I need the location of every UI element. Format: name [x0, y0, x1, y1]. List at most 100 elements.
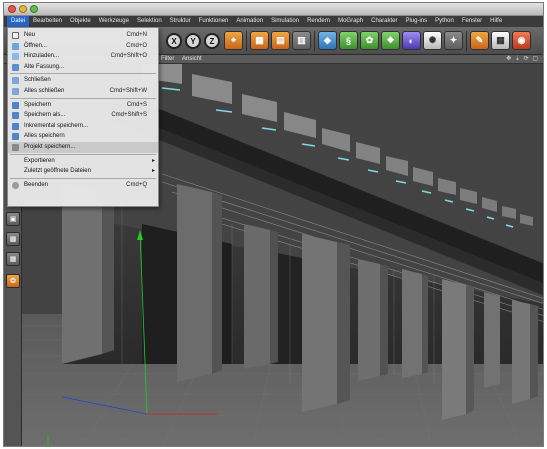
- clapper-icon: ▤: [276, 35, 285, 45]
- menu-bar: Datei Bearbeiten Objekte Werkzeuge Selek…: [4, 16, 543, 27]
- checker-icon: ▩: [9, 236, 17, 243]
- menu-python[interactable]: Python: [431, 16, 458, 27]
- menu-item-save-incremental[interactable]: Inkremental speichern...: [8, 121, 158, 132]
- menu-item-label: Schließen: [24, 77, 51, 84]
- menu-bearbeiten[interactable]: Bearbeiten: [29, 16, 66, 27]
- menu-item-recent-files[interactable]: Zuletzt geöffnete Dateien ▸: [8, 166, 158, 177]
- menu-funktionen[interactable]: Funktionen: [195, 16, 233, 27]
- open-folder-icon: [12, 42, 19, 50]
- menu-item-close[interactable]: Schließen: [8, 75, 158, 86]
- menu-separator: [10, 177, 156, 179]
- add-cube-button[interactable]: ◆: [318, 31, 337, 50]
- record-button[interactable]: ◉: [512, 31, 531, 50]
- menu-fenster[interactable]: Fenster: [458, 16, 486, 27]
- toolbar-separator: [466, 31, 467, 51]
- menu-simulation[interactable]: Simulation: [267, 16, 303, 27]
- menu-werkzeuge[interactable]: Werkzeuge: [95, 16, 133, 27]
- model-icon: ▣: [9, 216, 17, 223]
- menu-item-shortcut: Cmd+Shift+S: [111, 112, 147, 119]
- texture-mode-button[interactable]: ▩: [6, 232, 20, 246]
- menu-struktur[interactable]: Struktur: [166, 16, 195, 27]
- add-camera-button[interactable]: ✦: [444, 31, 463, 50]
- menu-item-label: Hinzuladen...: [24, 53, 60, 60]
- menu-item-label: Projekt speichern...: [24, 143, 76, 150]
- z-axis-label: Z: [209, 36, 215, 46]
- add-nurbs-button[interactable]: ✿: [360, 31, 379, 50]
- menu-rendern[interactable]: Rendern: [303, 16, 334, 27]
- revert-icon: [12, 63, 19, 71]
- viewport-menu-filter[interactable]: Filter: [161, 55, 174, 64]
- viewport-navigation-icons[interactable]: ✥ ⇣ ⟳ ▢: [506, 55, 539, 64]
- menu-item-label: Alles speichern: [24, 133, 65, 140]
- menu-item-open[interactable]: Öffnen... Cmd+O: [8, 41, 158, 52]
- add-spline-button[interactable]: §: [339, 31, 358, 50]
- submenu-arrow-icon: ▸: [151, 157, 155, 164]
- menu-item-label: Zuletzt geöffnete Dateien: [24, 168, 91, 175]
- menu-item-save[interactable]: Speichern Cmd+S: [8, 100, 158, 111]
- menu-item-shortcut: Cmd+Q: [126, 181, 147, 188]
- x-axis-lock-button[interactable]: X: [166, 33, 182, 49]
- save-project-icon: [12, 143, 19, 151]
- clapper-icon: ▦: [255, 35, 264, 45]
- menu-item-label: Alles schließen: [24, 87, 65, 94]
- menu-item-label: Öffnen...: [24, 42, 47, 49]
- array-icon: ❖: [386, 35, 395, 45]
- menu-separator: [10, 153, 156, 155]
- add-array-button[interactable]: ❖: [381, 31, 400, 50]
- add-deformer-button[interactable]: ◐: [402, 31, 421, 50]
- menu-item-merge[interactable]: Hinzuladen... Cmd+Shift+O: [8, 51, 158, 62]
- menu-item-quit[interactable]: Beenden Cmd+Q: [8, 180, 158, 191]
- menu-datei[interactable]: Datei: [7, 16, 30, 27]
- menu-item-save-as[interactable]: Speichern als... Cmd+Shift+S: [8, 110, 158, 121]
- menu-mograph[interactable]: MoGraph: [334, 16, 367, 27]
- cinema4d-window: Datei Bearbeiten Objekte Werkzeuge Selek…: [3, 2, 544, 447]
- deformer-icon: ◐: [408, 35, 415, 46]
- window-minimize-button[interactable]: [19, 5, 27, 13]
- menu-item-new[interactable]: Neu Cmd+N: [8, 30, 158, 41]
- menu-selektion[interactable]: Selektion: [133, 16, 166, 27]
- menu-item-shortcut: Cmd+S: [126, 101, 147, 108]
- viewport-menu-ansicht[interactable]: Ansicht: [182, 55, 202, 64]
- menu-item-label: Neu: [24, 32, 36, 38]
- window-zoom-button[interactable]: [30, 5, 38, 13]
- file-menu-dropdown: Neu Cmd+N Öffnen... Cmd+O Hinzuladen... …: [7, 27, 159, 207]
- menu-animation[interactable]: Animation: [232, 16, 267, 27]
- light-icon: ✎: [475, 35, 484, 45]
- add-light-button[interactable]: ✎: [470, 31, 489, 50]
- menu-item-label: Exportieren: [24, 157, 55, 164]
- cube-icon: ◆: [324, 35, 331, 45]
- y-axis-lock-button[interactable]: Y: [185, 33, 201, 49]
- record-icon: ◉: [517, 35, 526, 45]
- menu-item-revert[interactable]: Alte Fassung...: [8, 62, 158, 73]
- menu-item-shortcut: Cmd+Shift+O: [110, 53, 147, 60]
- coordinate-system-button[interactable]: ⌖: [224, 31, 243, 50]
- save-as-icon: [12, 112, 19, 120]
- render-settings-button[interactable]: ▥: [292, 31, 311, 50]
- add-environment-button[interactable]: ✺: [423, 31, 442, 50]
- close-document-icon: [12, 77, 19, 85]
- menu-charakter[interactable]: Charakter: [367, 16, 401, 27]
- model-mode-button[interactable]: ▣: [6, 212, 20, 226]
- layout-button[interactable]: ▦: [491, 31, 510, 50]
- menu-item-export[interactable]: Exportieren ▸: [8, 156, 158, 167]
- save-all-icon: [12, 133, 19, 141]
- submenu-arrow-icon: ▸: [151, 168, 155, 175]
- spline-icon: §: [345, 35, 351, 46]
- menu-hilfe[interactable]: Hilfe: [486, 16, 506, 27]
- menu-item-close-all[interactable]: Alles schließen Cmd+Shift+W: [8, 86, 158, 97]
- menu-item-label: Alte Fassung...: [24, 63, 65, 70]
- window-close-button[interactable]: [8, 5, 16, 13]
- animation-mode-button[interactable]: ❂: [6, 274, 20, 288]
- z-axis-lock-button[interactable]: Z: [204, 33, 220, 49]
- menu-plugins[interactable]: Plug-ins: [401, 16, 431, 27]
- menu-item-save-project[interactable]: Projekt speichern...: [8, 141, 158, 153]
- render-view-button[interactable]: ▦: [250, 31, 269, 50]
- menu-item-save-all[interactable]: Alles speichern: [8, 131, 158, 142]
- merge-icon: [12, 53, 19, 61]
- new-document-icon: [12, 32, 19, 39]
- menu-objekte[interactable]: Objekte: [66, 16, 95, 27]
- menu-item-label: Speichern: [24, 101, 52, 108]
- render-picture-viewer-button[interactable]: ▤: [271, 31, 290, 50]
- points-mode-button[interactable]: ▦: [6, 252, 20, 266]
- sky-icon: ✺: [428, 35, 437, 45]
